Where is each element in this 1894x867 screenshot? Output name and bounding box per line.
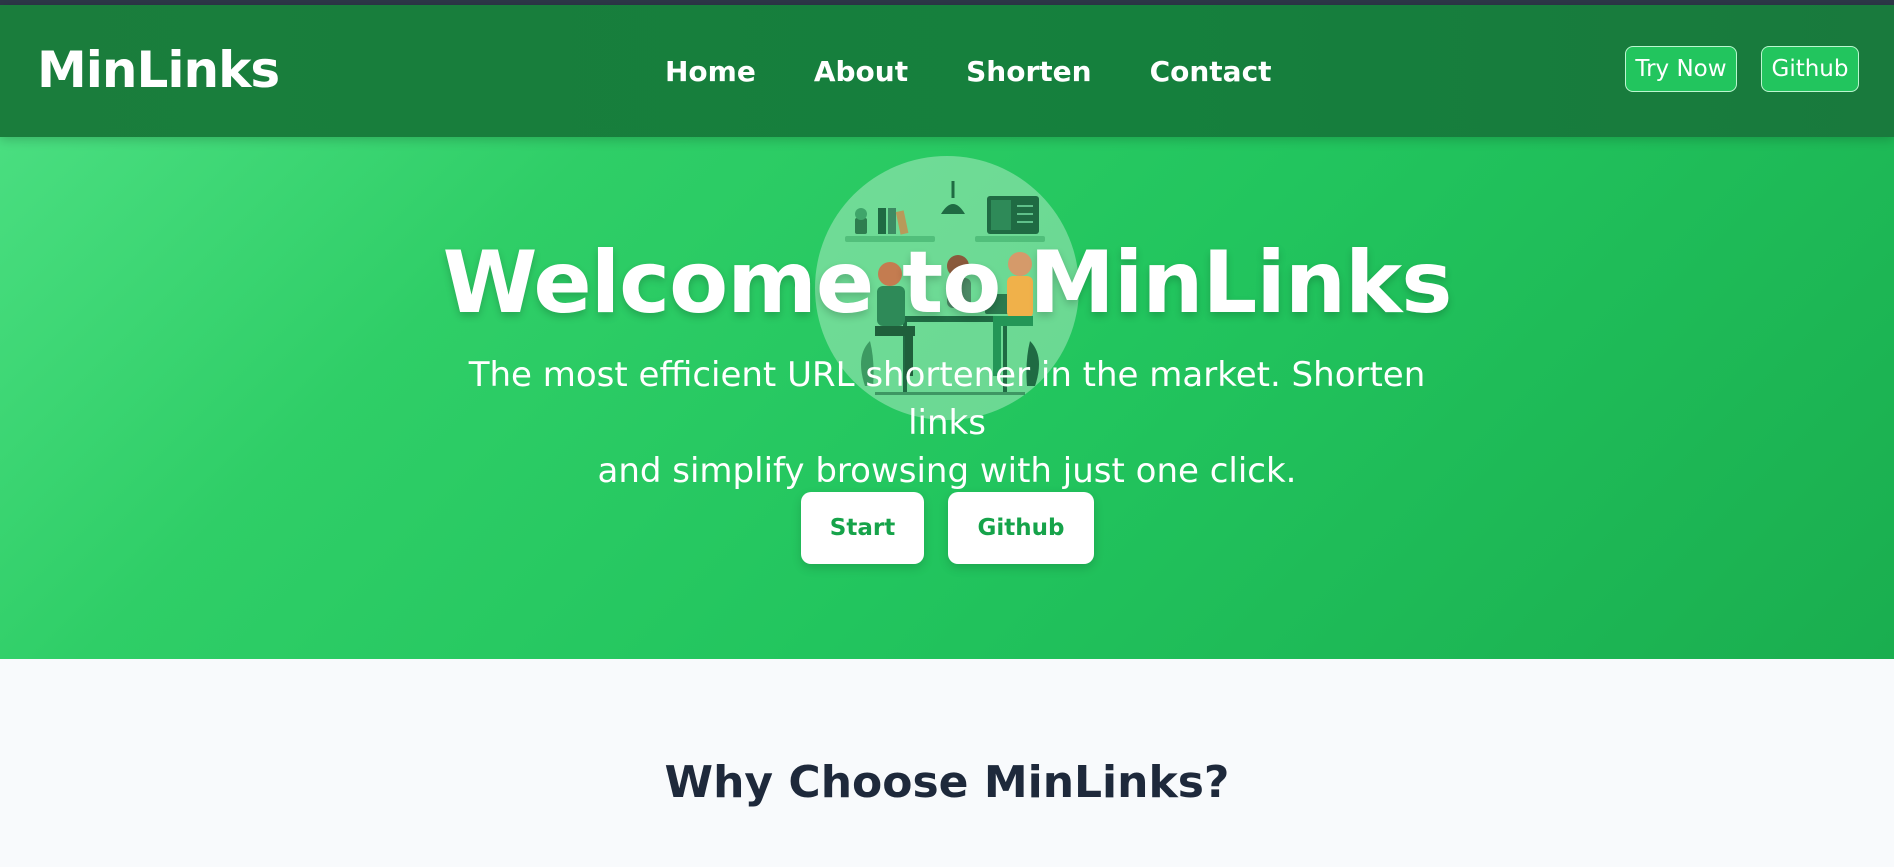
hero-subtitle: The most efficient URL shortener in the …: [447, 351, 1447, 495]
features-heading: Why Choose MinLinks?: [664, 757, 1230, 808]
hero-subtitle-line-2: and simplify browsing with just one clic…: [597, 451, 1297, 491]
hero-github-button[interactable]: Github: [948, 492, 1094, 564]
hero-title: Welcome to MinLinks: [442, 233, 1453, 333]
nav-link-shorten[interactable]: Shorten: [966, 55, 1091, 88]
try-now-button[interactable]: Try Now: [1625, 46, 1737, 92]
nav-links: Home About Shorten Contact: [665, 55, 1330, 88]
brand-logo[interactable]: MinLinks: [37, 41, 280, 99]
nav-link-home[interactable]: Home: [665, 55, 756, 88]
hero-subtitle-line-1: The most efficient URL shortener in the …: [468, 355, 1426, 443]
nav-link-contact[interactable]: Contact: [1150, 55, 1272, 88]
nav-github-button[interactable]: Github: [1761, 46, 1859, 92]
start-button[interactable]: Start: [801, 492, 924, 564]
navbar: MinLinks Home About Shorten Contact Try …: [0, 5, 1894, 137]
nav-link-about[interactable]: About: [814, 55, 908, 88]
hero-section: Welcome to MinLinks The most efficient U…: [0, 137, 1894, 659]
